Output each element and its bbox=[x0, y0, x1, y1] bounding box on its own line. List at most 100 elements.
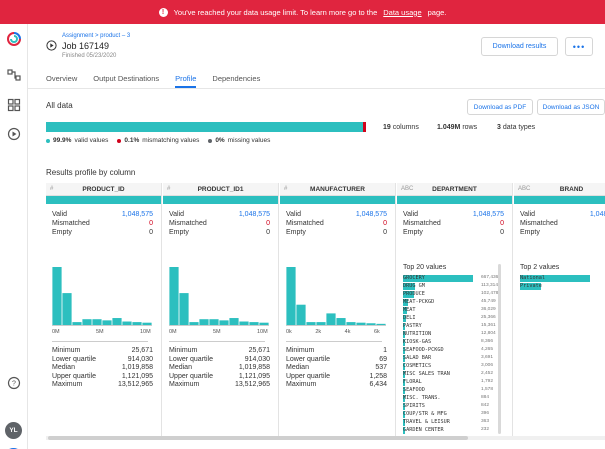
column-header[interactable]: # PRODUCT_ID1 bbox=[163, 183, 278, 196]
column-type-icon: # bbox=[284, 186, 288, 192]
top-value-row[interactable]: GROCERY 667,436 bbox=[403, 275, 503, 283]
top-value-label: DRUG GM bbox=[403, 283, 425, 289]
tab-dependencies[interactable]: Dependencies bbox=[212, 72, 260, 88]
scrollbar-thumb[interactable] bbox=[48, 436, 468, 440]
valid-values-fill bbox=[46, 122, 364, 132]
mismatch-values-fill bbox=[363, 122, 367, 132]
top-values-title: Top 20 values bbox=[403, 264, 447, 271]
tab-overview[interactable]: Overview bbox=[46, 72, 77, 88]
valid-label: Valid bbox=[520, 211, 536, 218]
histogram-bar bbox=[296, 304, 306, 325]
histogram[interactable] bbox=[52, 267, 152, 327]
top-value-label: National bbox=[520, 275, 545, 281]
top-value-row[interactable]: SPIRITS 842 bbox=[403, 403, 503, 411]
empty-count: 0 bbox=[500, 229, 504, 236]
column-header[interactable]: ABC DEPARTMENT bbox=[397, 183, 512, 196]
axis-tick-label: 10M bbox=[257, 329, 268, 335]
help-icon[interactable]: ? bbox=[7, 376, 21, 390]
top-value-row[interactable]: FLORAL 1,792 bbox=[403, 379, 503, 387]
top-value-count: 667,436 bbox=[481, 275, 499, 280]
column-card[interactable]: ABC DEPARTMENT Valid 1,048,575 Mismatched 0 Em… bbox=[397, 183, 513, 440]
histogram[interactable] bbox=[286, 267, 386, 327]
lower-quartile-value: 914,030 bbox=[244, 355, 270, 363]
column-card[interactable]: # MANUFACTURER Valid 1,048,575 Mismatched 0 Em… bbox=[280, 183, 396, 440]
flows-icon[interactable] bbox=[7, 68, 21, 82]
download-pdf-button[interactable]: Download as PDF bbox=[467, 99, 533, 115]
top-value-row[interactable]: PRODUCE 102,478 bbox=[403, 291, 503, 299]
top-value-row[interactable]: MISC SALES TRAN 2,452 bbox=[403, 371, 503, 379]
minimum-label: Minimum bbox=[286, 347, 315, 354]
top-value-row[interactable]: DRUG GM 113,314 bbox=[403, 283, 503, 291]
minimum-value: 25,671 bbox=[131, 347, 153, 354]
top-value-row[interactable]: MEAT-PCKGD 45,749 bbox=[403, 299, 503, 307]
empty-count: 0 bbox=[266, 229, 270, 236]
tab-profile[interactable]: Profile bbox=[175, 72, 197, 88]
histogram-bar bbox=[239, 321, 249, 325]
top-value-count: 2,452 bbox=[481, 371, 494, 376]
top-value-row[interactable]: SALAD BAR 3,691 bbox=[403, 355, 503, 363]
axis-tick-label: 6k bbox=[374, 329, 380, 335]
download-json-button[interactable]: Download as JSON bbox=[537, 99, 605, 115]
empty-label: Empty bbox=[403, 229, 423, 236]
top-value-count: 1,792 bbox=[481, 379, 494, 384]
download-results-button[interactable]: Download results bbox=[481, 37, 558, 56]
top-value-row[interactable]: COUP/STR & MFG 396 bbox=[403, 411, 503, 419]
upper-quartile-label: Upper quartile bbox=[286, 372, 330, 380]
upper-quartile-value: 1,258 bbox=[369, 372, 387, 380]
histogram-bar bbox=[62, 293, 72, 325]
column-quality-bar bbox=[280, 196, 395, 204]
valid-label: Valid bbox=[286, 211, 302, 218]
median-value: 1,019,858 bbox=[121, 364, 153, 371]
column-header[interactable]: # MANUFACTURER bbox=[280, 183, 395, 196]
top-value-row[interactable]: TRAVEL & LEISUR 363 bbox=[403, 419, 503, 427]
top-value-label: PASTRY bbox=[403, 323, 422, 329]
column-header[interactable]: # PRODUCT_ID bbox=[46, 183, 161, 196]
dashboard-icon[interactable] bbox=[7, 98, 21, 112]
top-value-count: 25,366 bbox=[481, 315, 496, 320]
histogram-bar bbox=[346, 322, 356, 325]
median-label: Median bbox=[52, 364, 75, 371]
logo-icon[interactable] bbox=[7, 32, 21, 46]
top-value-row[interactable]: National bbox=[520, 275, 605, 283]
column-card[interactable]: # PRODUCT_ID1 Valid 1,048,575 Mismatched 0 Emp… bbox=[163, 183, 279, 440]
tab-output-destinations[interactable]: Output Destinations bbox=[93, 72, 159, 88]
column-card[interactable]: # PRODUCT_ID Valid 1,048,575 Mismatched 0 Empt… bbox=[46, 183, 162, 440]
top-value-row[interactable]: SEAFOOD 1,578 bbox=[403, 387, 503, 395]
mismatched-count: 0 bbox=[266, 220, 270, 227]
top-value-row[interactable]: SEAFOOD-PCKGD 4,265 bbox=[403, 347, 503, 355]
axis-tick-label: 0M bbox=[169, 329, 177, 335]
column-type-icon: # bbox=[50, 186, 54, 192]
top-value-row[interactable]: KIOSK-GAS 8,366 bbox=[403, 339, 503, 347]
top-value-row[interactable]: DELI 25,366 bbox=[403, 315, 503, 323]
top-value-row[interactable]: MISC. TRANS. 884 bbox=[403, 395, 503, 403]
top-value-row[interactable]: PASTRY 15,361 bbox=[403, 323, 503, 331]
column-quality-bar bbox=[163, 196, 278, 204]
axis-tick-label: 0k bbox=[286, 329, 292, 335]
mismatch-dot bbox=[117, 138, 122, 143]
histogram[interactable] bbox=[169, 267, 269, 327]
top-value-label: SEAFOOD bbox=[403, 387, 425, 393]
more-options-button[interactable]: ••• bbox=[565, 37, 593, 56]
tabs-divider bbox=[28, 88, 605, 89]
top-value-row[interactable]: Private bbox=[520, 283, 605, 291]
top-value-count: 45,749 bbox=[481, 299, 496, 304]
column-header[interactable]: ABC BRAND bbox=[514, 183, 605, 196]
top-value-row[interactable]: GARDEN CENTER 232 bbox=[403, 427, 503, 435]
top-value-label: SEAFOOD-PCKGD bbox=[403, 347, 444, 353]
histogram-bar bbox=[219, 320, 229, 325]
top-value-label: FLORAL bbox=[403, 379, 422, 385]
top-values-scrollbar[interactable] bbox=[498, 264, 501, 434]
horizontal-scrollbar[interactable] bbox=[46, 436, 605, 440]
median-label: Median bbox=[286, 364, 309, 371]
top-value-row[interactable]: COSMETICS 3,006 bbox=[403, 363, 503, 371]
breadcrumb[interactable]: Assignment > product – 3 bbox=[62, 33, 130, 39]
tab-bar: Overview Output Destinations Profile Dep… bbox=[46, 72, 276, 88]
top-value-row[interactable]: NUTRITION 12,804 bbox=[403, 331, 503, 339]
avatar[interactable]: YL bbox=[5, 422, 22, 439]
column-card[interactable]: ABCBRANDValid1,048,575Mismatched0Empty0T… bbox=[514, 183, 605, 440]
histogram-bar bbox=[132, 322, 142, 325]
data-usage-link[interactable]: Data usage bbox=[383, 8, 421, 17]
top-value-label: MISC SALES TRAN bbox=[403, 371, 450, 377]
jobs-icon[interactable] bbox=[7, 127, 21, 141]
top-value-row[interactable]: MEAT 36,029 bbox=[403, 307, 503, 315]
